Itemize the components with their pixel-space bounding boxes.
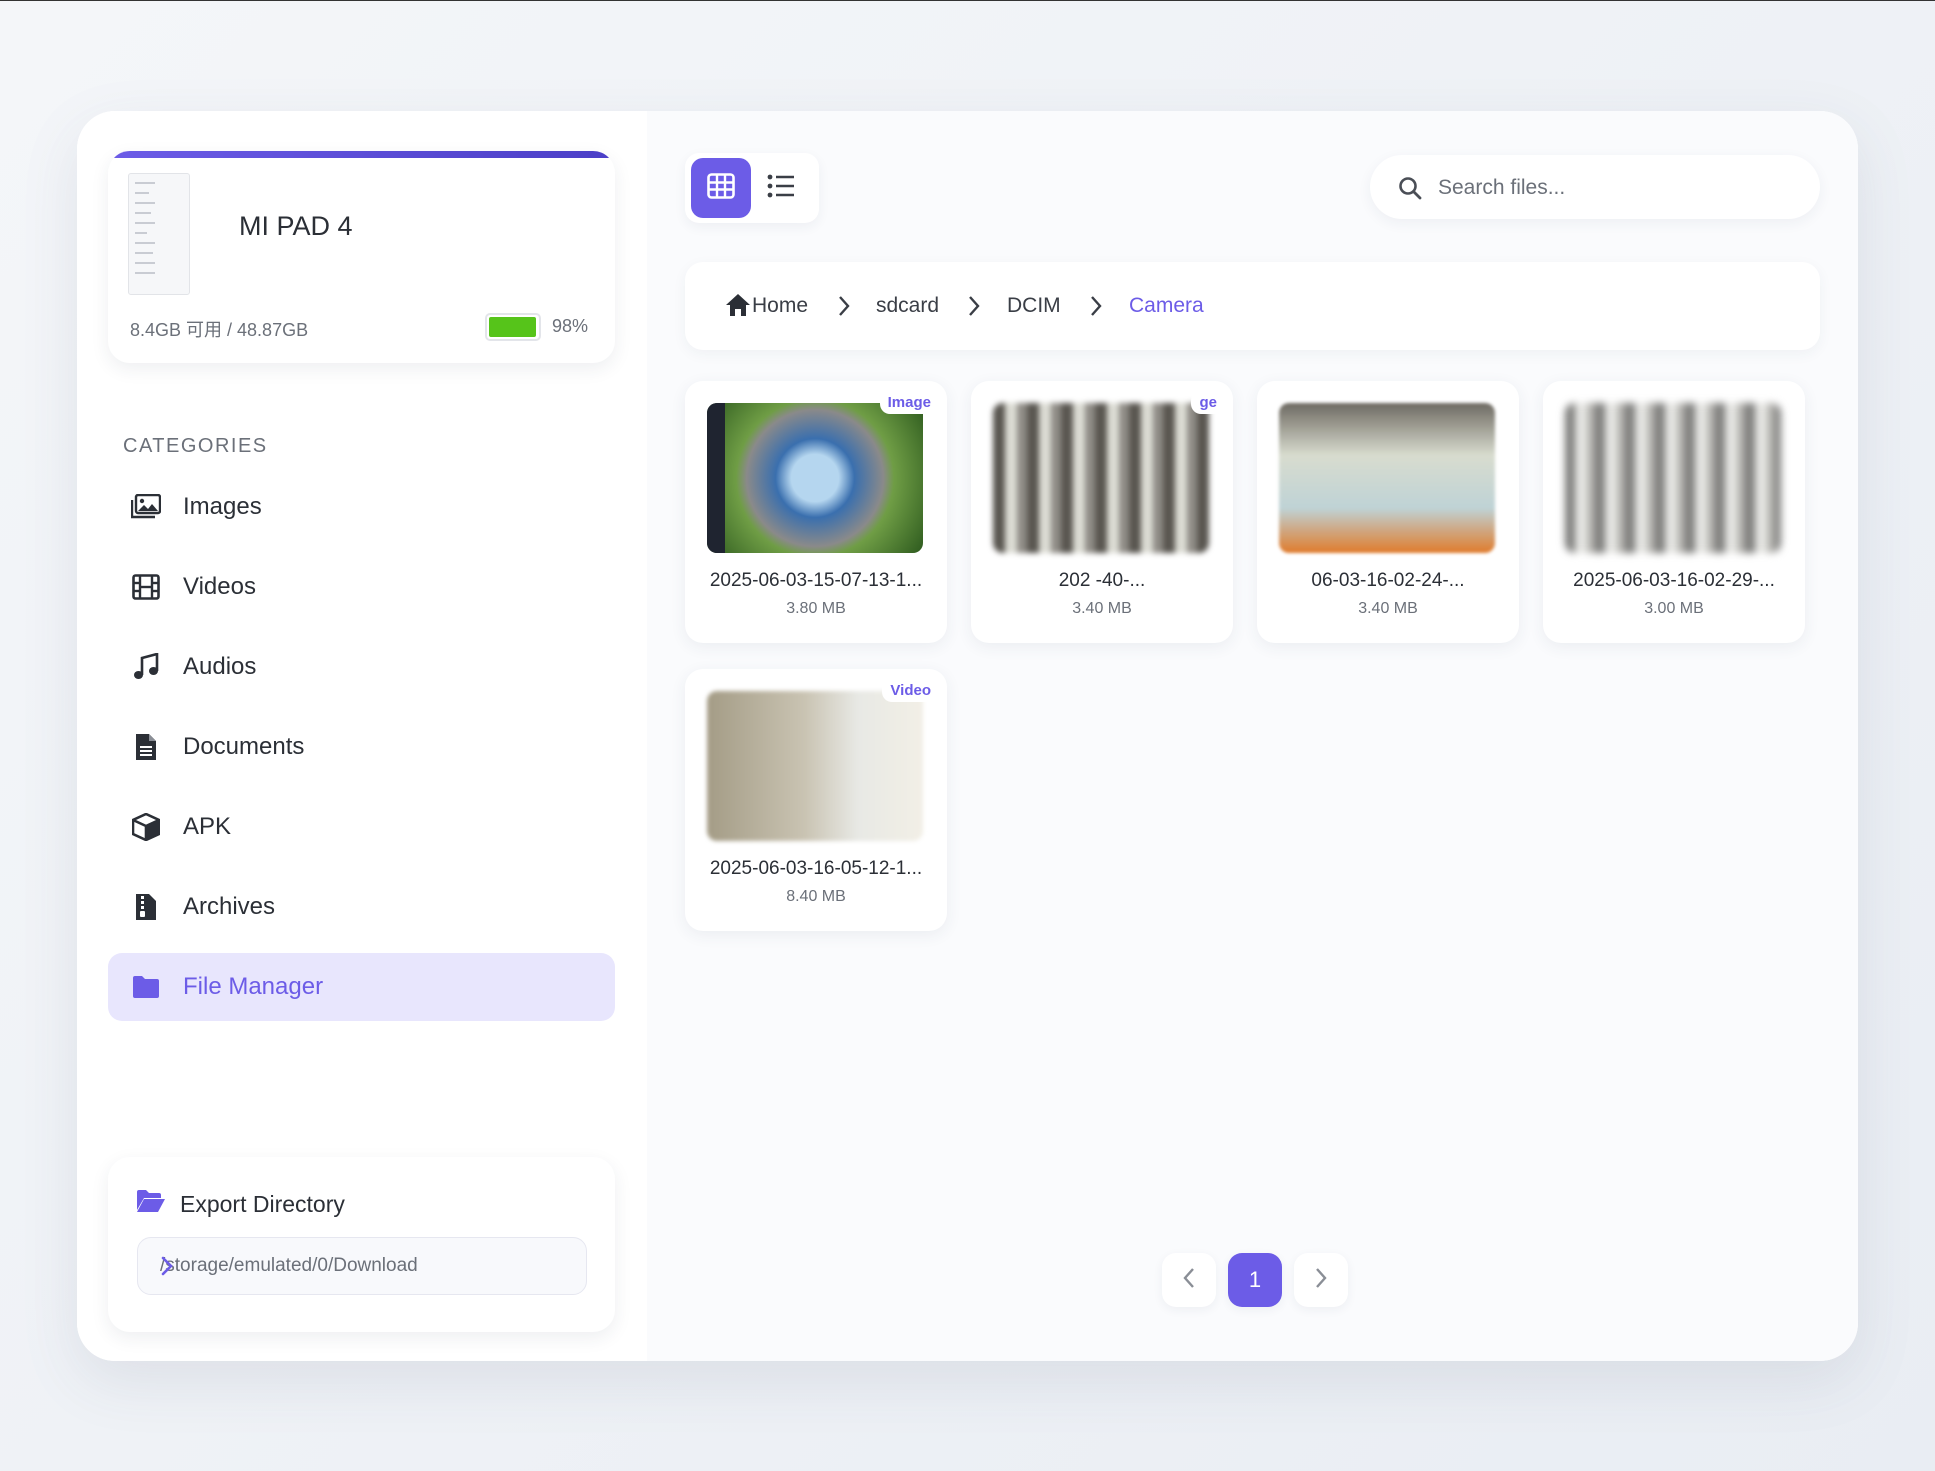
file-size: 8.40 MB [786, 888, 846, 905]
battery-indicator [485, 313, 541, 341]
file-thumbnail [1279, 403, 1495, 553]
file-card[interactable]: 2025-06-03-16-02-29-... 3.00 MB [1543, 381, 1805, 643]
page-number-button[interactable]: 1 [1228, 1253, 1282, 1307]
images-icon [130, 491, 162, 523]
main-content: Home sdcard DCIM Camera Image 2025-06-03… [647, 111, 1858, 1361]
grid-view-button[interactable] [691, 158, 751, 218]
battery-level-fill [489, 317, 536, 337]
sidebar-item-label: Documents [183, 733, 305, 760]
sidebar: MI PAD 4 8.4GB 可用 / 48.87GB 98% CATEGORI… [77, 111, 648, 1361]
file-size: 3.80 MB [786, 600, 846, 617]
file-name: 202 -40-... [1058, 570, 1146, 591]
folder-icon [130, 971, 162, 1003]
window-top-border [0, 0, 1935, 1]
previous-page-button[interactable] [1162, 1253, 1216, 1307]
sidebar-item-label: Audios [183, 653, 257, 680]
sidebar-item-archives[interactable]: Archives [108, 873, 615, 941]
document-icon [130, 731, 162, 763]
battery-percent: 98% [552, 316, 589, 336]
box-icon [130, 811, 162, 843]
file-name: 2025-06-03-15-07-13-1... [709, 570, 923, 591]
file-size: 3.40 MB [1072, 600, 1132, 617]
breadcrumb: Home sdcard DCIM Camera [685, 262, 1820, 350]
file-card[interactable]: Image 2025-06-03-15-07-13-1... 3.80 MB [685, 381, 947, 643]
breadcrumb-camera[interactable]: Camera [1129, 294, 1204, 318]
sidebar-item-videos[interactable]: Videos [108, 553, 615, 621]
app-window: MI PAD 4 8.4GB 可用 / 48.87GB 98% CATEGORI… [77, 111, 1858, 1361]
device-screenshot-thumbnail [128, 173, 190, 295]
music-icon [130, 651, 162, 683]
file-name: 2025-06-03-16-05-12-1... [709, 858, 923, 879]
file-card[interactable]: ge 202 -40-... 3.40 MB [971, 381, 1233, 643]
categories-heading: CATEGORIES [123, 435, 268, 457]
sidebar-item-label: Images [183, 493, 262, 520]
file-type-badge: Video [882, 679, 939, 702]
next-page-button[interactable] [1294, 1253, 1348, 1307]
category-list: Images Videos Audios Documents APK Archi… [108, 473, 615, 1033]
file-type-badge: Image [879, 391, 939, 414]
folder-open-icon [136, 1189, 166, 1218]
file-name: 2025-06-03-16-02-29-... [1573, 570, 1775, 591]
search-input[interactable] [1436, 169, 1790, 207]
view-mode-toggle [685, 153, 819, 223]
file-card[interactable]: 06-03-16-02-24-... 3.40 MB [1257, 381, 1519, 643]
export-directory-title: Export Directory [180, 1191, 345, 1217]
file-thumbnail [993, 403, 1209, 553]
list-icon [767, 174, 795, 203]
home-icon[interactable] [725, 293, 751, 322]
breadcrumb-home[interactable]: Home [752, 294, 808, 318]
file-thumbnail [707, 691, 923, 841]
file-card[interactable]: Video 2025-06-03-16-05-12-1... 8.40 MB [685, 669, 947, 931]
archive-icon [130, 891, 162, 923]
chevron-right-icon [160, 1256, 566, 1282]
sidebar-item-images[interactable]: Images [108, 473, 615, 541]
file-thumbnail [707, 403, 923, 553]
sidebar-item-label: Archives [183, 893, 276, 920]
list-view-button[interactable] [751, 158, 811, 218]
file-type-badge: ge [1191, 391, 1225, 414]
sidebar-item-apk[interactable]: APK [108, 793, 615, 861]
file-thumbnail [1565, 403, 1781, 553]
grid-icon [707, 172, 735, 204]
device-card-accent-bar [108, 151, 615, 158]
sidebar-item-documents[interactable]: Documents [108, 713, 615, 781]
storage-usage: 8.4GB 可用 / 48.87GB [130, 320, 309, 340]
pagination: 1 [647, 1253, 1858, 1307]
device-card[interactable]: MI PAD 4 8.4GB 可用 / 48.87GB 98% [108, 151, 615, 363]
device-name: MI PAD 4 [239, 211, 353, 241]
sidebar-item-label: File Manager [183, 973, 324, 1000]
search-icon [1398, 176, 1422, 205]
sidebar-item-audios[interactable]: Audios [108, 633, 615, 701]
chevron-right-icon [1089, 295, 1103, 322]
search-box [1370, 155, 1820, 219]
sidebar-item-label: Videos [183, 573, 256, 600]
film-icon [130, 571, 162, 603]
sidebar-item-label: APK [183, 813, 232, 840]
file-size: 3.40 MB [1358, 600, 1418, 617]
chevron-right-icon [837, 295, 851, 322]
chevron-right-icon [1314, 1267, 1328, 1294]
chevron-left-icon [1182, 1267, 1196, 1294]
sidebar-item-file-manager[interactable]: File Manager [108, 953, 615, 1021]
file-name: 06-03-16-02-24-... [1311, 570, 1465, 591]
chevron-right-icon [967, 295, 981, 322]
export-directory-card: Export Directory /storage/emulated/0/Dow… [108, 1157, 615, 1332]
breadcrumb-dcim[interactable]: DCIM [1007, 294, 1061, 318]
breadcrumb-sdcard[interactable]: sdcard [876, 294, 939, 318]
file-size: 3.00 MB [1644, 600, 1704, 617]
export-path-selector[interactable]: /storage/emulated/0/Download [137, 1237, 587, 1295]
